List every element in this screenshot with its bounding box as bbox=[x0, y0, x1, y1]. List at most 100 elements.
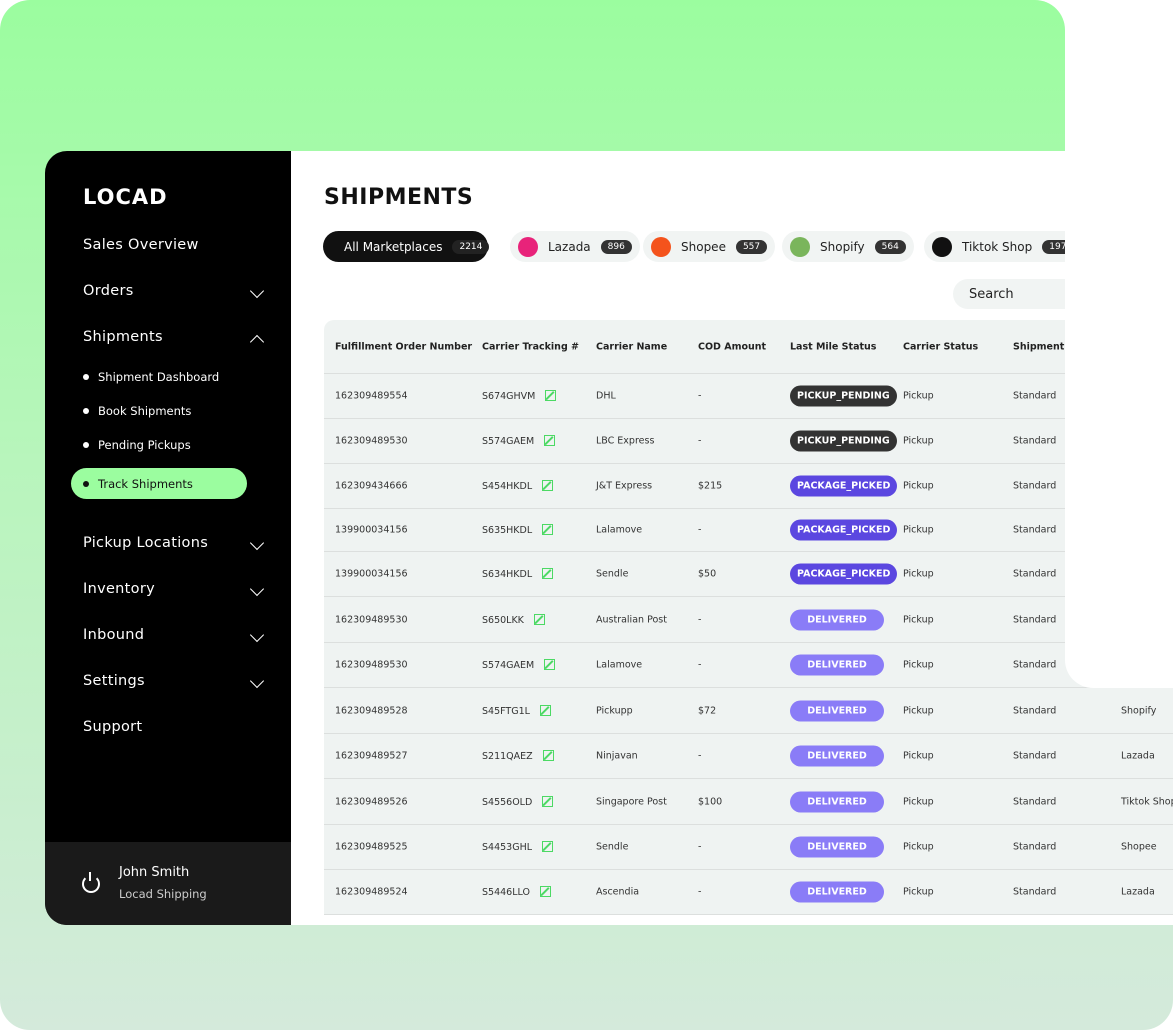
status-badge: DELIVERED bbox=[790, 791, 884, 812]
marketplace-filter-lazada[interactable]: Lazada 896 bbox=[510, 231, 640, 262]
column-header[interactable]: Carrier Tracking # bbox=[482, 341, 579, 352]
external-link-icon[interactable] bbox=[542, 795, 554, 807]
table-row[interactable]: 162309489524 S5446LLO Ascendia - DELIVERED Pi… bbox=[324, 870, 1173, 915]
carrier-status: Pickup bbox=[903, 705, 934, 716]
sidebar-item-settings[interactable]: Settings bbox=[83, 673, 145, 689]
marketplace-filter-shopify[interactable]: Shopify 564 bbox=[782, 231, 914, 262]
shipment-type: Standard bbox=[1013, 435, 1057, 447]
tracking-cell: S574GAEM bbox=[482, 659, 556, 671]
cod-amount: $50 bbox=[698, 568, 717, 580]
table-row[interactable]: 162309489526 S4556OLD Singapore Post $100 DE… bbox=[324, 779, 1173, 825]
chevron-down-icon[interactable] bbox=[249, 581, 265, 597]
marketplace-filter-tiktok-shop[interactable]: Tiktok Shop 197 bbox=[924, 231, 1082, 262]
chevron-down-icon[interactable] bbox=[249, 535, 265, 551]
column-header[interactable]: Carrier Name bbox=[596, 341, 667, 352]
table-row[interactable]: 162309489530 S574GAEM Lalamove - DELIVERED Pi… bbox=[324, 643, 1173, 688]
column-header[interactable]: Last Mile Status bbox=[790, 341, 876, 352]
tracking-cell: S211QAEZ bbox=[482, 750, 554, 762]
carrier-status: Pickup bbox=[903, 524, 934, 536]
status-cell: PACKAGE_PICKED bbox=[790, 475, 898, 497]
tracking-number[interactable]: S211QAEZ bbox=[482, 751, 533, 762]
order-number: 139900034156 bbox=[335, 568, 408, 580]
tracking-number[interactable]: S574GAEM bbox=[482, 436, 534, 447]
table-row[interactable]: 162309489527 S211QAEZ Ninjavan - DELIVERED Pi… bbox=[324, 734, 1173, 779]
table-row[interactable]: 162309489530 S574GAEM LBC Express - PICKUP_P… bbox=[324, 419, 1173, 464]
carrier-name: J&T Express bbox=[596, 480, 653, 492]
sidebar-subitem-pending-pickups[interactable]: Pending Pickups bbox=[83, 437, 191, 453]
sidebar-item-sales-overview[interactable]: Sales Overview bbox=[83, 237, 199, 253]
tracking-number[interactable]: S650LKK bbox=[482, 615, 524, 626]
carrier-name: Lalamove bbox=[596, 659, 643, 671]
marketplace-count: 2214 bbox=[452, 239, 490, 254]
carrier-name: Australian Post bbox=[596, 614, 667, 625]
user-company: Locad Shipping bbox=[119, 887, 207, 901]
status-badge: PICKUP_PENDING bbox=[790, 385, 897, 407]
table-row[interactable]: 162309489530 S650LKK Australian Post - DELIV… bbox=[324, 597, 1173, 643]
table-row[interactable]: 162309434666 S454HKDL J&T Express $215 PACKA… bbox=[324, 464, 1173, 509]
order-number: 162309489554 bbox=[335, 390, 408, 402]
tracking-number[interactable]: S45FTG1L bbox=[482, 706, 530, 717]
tracking-number[interactable]: S454HKDL bbox=[482, 481, 532, 492]
external-link-icon[interactable] bbox=[542, 841, 554, 852]
marketplace-label: Lazada bbox=[548, 239, 591, 254]
table-header: Fulfillment Order Number Carrier Tracking… bbox=[324, 320, 1173, 374]
sidebar-subitem-track-shipments[interactable]: Track Shipments bbox=[71, 468, 247, 499]
carrier-status: Pickup bbox=[903, 568, 934, 580]
column-header[interactable]: Fulfillment Order Number bbox=[335, 341, 472, 352]
carrier-name: DHL bbox=[596, 390, 616, 402]
tiktok-icon bbox=[932, 236, 952, 257]
chevron-down-icon[interactable] bbox=[249, 673, 265, 689]
tracking-number[interactable]: S634HKDL bbox=[482, 569, 532, 580]
external-link-icon[interactable] bbox=[544, 435, 556, 446]
sidebar-item-inventory[interactable]: Inventory bbox=[83, 581, 155, 597]
external-link-icon[interactable] bbox=[544, 659, 556, 670]
table-row[interactable]: 162309489525 S4453GHL Sendle - DELIVERED Pick… bbox=[324, 825, 1173, 870]
sidebar-subitem-book-shipments[interactable]: Book Shipments bbox=[83, 403, 191, 419]
sidebar-item-inbound[interactable]: Inbound bbox=[83, 627, 144, 643]
status-cell: DELIVERED bbox=[790, 745, 884, 767]
external-link-icon[interactable] bbox=[542, 568, 554, 579]
shipment-type: Standard bbox=[1013, 480, 1057, 492]
external-link-icon[interactable] bbox=[542, 750, 554, 761]
table-row[interactable]: 162309489528 S45FTG1L Pickupp $72 DELIVERED P… bbox=[324, 688, 1173, 734]
tracking-number[interactable]: S674GHVM bbox=[482, 391, 535, 402]
tracking-number[interactable]: S4556OLD bbox=[482, 797, 532, 808]
column-header[interactable]: COD Amount bbox=[698, 341, 766, 352]
marketplace-label: All Marketplaces bbox=[344, 239, 443, 254]
external-link-icon[interactable] bbox=[542, 524, 554, 535]
chevron-down-icon[interactable] bbox=[249, 283, 265, 299]
cod-amount: $215 bbox=[698, 480, 723, 492]
sidebar-item-shipments[interactable]: Shipments bbox=[83, 329, 163, 345]
tracking-number[interactable]: S635HKDL bbox=[482, 525, 532, 536]
background-cutout bbox=[1065, 0, 1173, 688]
marketplace-count: 557 bbox=[735, 239, 768, 254]
sidebar-item-support[interactable]: Support bbox=[83, 719, 142, 735]
sidebar-subitem-label: Track Shipments bbox=[98, 476, 193, 491]
table-row[interactable]: 139900034156 S635HKDL Lalamove - PACKAGE_PIC… bbox=[324, 509, 1173, 552]
column-header[interactable]: Carrier Status bbox=[903, 341, 978, 352]
marketplace-filter-all-marketplaces[interactable]: All Marketplaces 2214 bbox=[323, 231, 490, 262]
external-link-icon[interactable] bbox=[542, 480, 554, 491]
tracking-number[interactable]: S574GAEM bbox=[482, 660, 534, 671]
table-row[interactable]: 139900034156 S634HKDL Sendle $50 PACKAGE_PIC… bbox=[324, 552, 1173, 597]
sidebar-subitem-label: Shipment Dashboard bbox=[98, 370, 220, 384]
status-badge: DELIVERED bbox=[790, 654, 884, 676]
external-link-icon[interactable] bbox=[539, 886, 551, 897]
status-cell: DELIVERED bbox=[790, 654, 884, 676]
chevron-down-icon[interactable] bbox=[249, 627, 265, 643]
tracking-number[interactable]: S4453GHL bbox=[482, 842, 532, 853]
user-footer[interactable]: John Smith Locad Shipping bbox=[45, 842, 291, 925]
carrier-status: Pickup bbox=[903, 659, 934, 671]
power-icon[interactable] bbox=[82, 872, 100, 893]
marketplace-filter-shopee[interactable]: Shopee 557 bbox=[643, 231, 776, 262]
sidebar-subitem-shipment-dashboard[interactable]: Shipment Dashboard bbox=[83, 369, 219, 385]
chevron-up-icon[interactable] bbox=[249, 334, 265, 350]
tracking-number[interactable]: S5446LLO bbox=[482, 887, 530, 898]
bullet-icon bbox=[83, 408, 89, 414]
sidebar-item-pickup-locations[interactable]: Pickup Locations bbox=[83, 535, 208, 551]
sidebar-item-orders[interactable]: Orders bbox=[83, 283, 134, 299]
external-link-icon[interactable] bbox=[539, 704, 551, 716]
table-row[interactable]: 162309489554 S674GHVM DHL - PICKUP_PENDING Pi… bbox=[324, 374, 1173, 419]
external-link-icon[interactable] bbox=[545, 390, 557, 401]
external-link-icon[interactable] bbox=[533, 613, 545, 625]
